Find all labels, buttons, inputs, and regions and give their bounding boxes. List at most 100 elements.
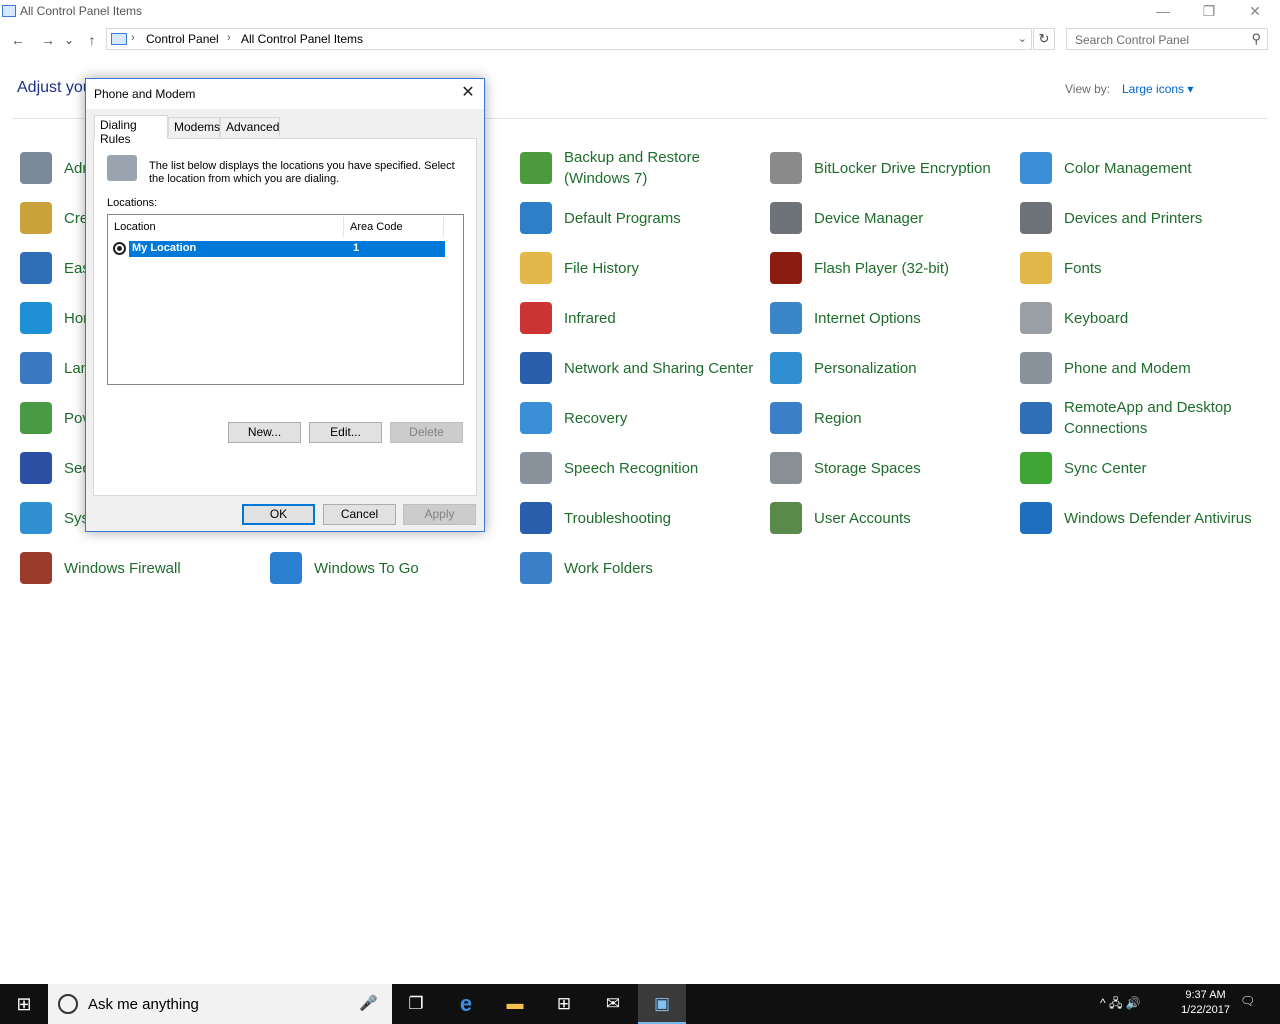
system-tray[interactable]: ^ 🖧 🔊 (1100, 994, 1141, 1015)
item-icon (520, 552, 552, 584)
item-icon (770, 452, 802, 484)
control-panel-item[interactable]: Keyboard (1020, 296, 1260, 340)
recent-locations-button[interactable]: ⌄ (62, 29, 76, 51)
forward-button[interactable]: → (38, 29, 58, 51)
control-panel-item[interactable]: Storage Spaces (770, 446, 1010, 490)
refresh-button[interactable]: ↻ (1033, 28, 1055, 50)
search-input[interactable]: Search Control Panel ⚲ (1066, 28, 1268, 50)
control-panel-item[interactable]: Sync Center (1020, 446, 1260, 490)
control-panel-item[interactable]: Fonts (1020, 246, 1260, 290)
control-panel-icon (2, 5, 16, 17)
back-button[interactable]: ← (8, 29, 28, 51)
control-panel-item[interactable]: Windows To Go (270, 546, 510, 590)
control-panel-item[interactable]: Network and Sharing Center (520, 346, 760, 390)
item-label: Default Programs (564, 209, 681, 227)
selected-location-radio[interactable] (113, 242, 126, 255)
close-window-button[interactable]: ✕ (1232, 0, 1278, 24)
item-label: Storage Spaces (814, 459, 921, 477)
breadcrumb-separator[interactable]: › (131, 32, 135, 44)
notifications-icon[interactable]: 🗨 (1240, 994, 1255, 1008)
item-icon (770, 402, 802, 434)
item-icon (20, 302, 52, 334)
breadcrumb-control-panel[interactable]: Control Panel (146, 32, 219, 46)
store-icon[interactable]: ⊞ (540, 984, 588, 1024)
column-header-location[interactable]: Location (108, 217, 344, 237)
item-label: Windows To Go (314, 559, 419, 577)
item-icon (20, 252, 52, 284)
control-panel-item[interactable]: Internet Options (770, 296, 1010, 340)
tab-modems[interactable]: Modems (168, 117, 220, 137)
start-button[interactable]: ⊞ (0, 984, 48, 1024)
item-icon (1020, 302, 1052, 334)
mail-icon[interactable]: ✉ (589, 984, 637, 1024)
window-title: All Control Panel Items (20, 4, 143, 18)
ok-button[interactable]: OK (242, 504, 315, 525)
control-panel-item[interactable]: User Accounts (770, 496, 1010, 540)
control-panel-item[interactable]: Windows Defender Antivirus (1020, 496, 1260, 540)
breadcrumb-all-items[interactable]: All Control Panel Items (241, 32, 363, 46)
delete-location-button[interactable]: Delete (390, 422, 463, 443)
edit-location-button[interactable]: Edit... (309, 422, 382, 443)
item-icon (520, 452, 552, 484)
cortana-icon (58, 994, 78, 1014)
control-panel-item[interactable]: Windows Firewall (20, 546, 260, 590)
clock[interactable]: 9:37 AM 1/22/2017 (1181, 988, 1230, 1018)
locations-list[interactable]: Location Area Code My Location 1 (107, 214, 464, 385)
apply-button[interactable]: Apply (403, 504, 476, 525)
control-panel-item[interactable]: Region (770, 396, 1010, 440)
control-panel-item[interactable]: Device Manager (770, 196, 1010, 240)
item-label: Keyboard (1064, 309, 1129, 327)
address-bar[interactable]: › Control Panel › All Control Panel Item… (106, 28, 1032, 50)
tab-dialing-rules[interactable]: Dialing Rules (94, 115, 168, 146)
control-panel-taskbar-icon[interactable]: ▣ (638, 984, 686, 1024)
control-panel-item[interactable]: Work Folders (520, 546, 760, 590)
control-panel-item[interactable]: Infrared (520, 296, 760, 340)
item-label: Backup and Restore (Windows 7) (564, 149, 700, 187)
control-panel-item[interactable]: Troubleshooting (520, 496, 760, 540)
cortana-search-box[interactable]: Ask me anything 🎤 (48, 984, 392, 1024)
breadcrumb-separator[interactable]: › (227, 32, 231, 44)
tab-advanced[interactable]: Advanced (220, 117, 280, 137)
control-panel-item[interactable]: Phone and Modem (1020, 346, 1260, 390)
column-header-area-code[interactable]: Area Code (344, 217, 444, 237)
title-bar: All Control Panel Items — ❐ ✕ (0, 0, 1280, 24)
minimize-button[interactable]: — (1140, 0, 1186, 24)
file-explorer-icon[interactable]: ▬ (491, 984, 539, 1024)
item-label: File History (564, 259, 640, 277)
item-icon (520, 302, 552, 334)
cancel-button[interactable]: Cancel (323, 504, 396, 525)
control-panel-item[interactable]: RemoteApp and Desktop Connections (1020, 396, 1260, 440)
item-label: Windows Firewall (64, 559, 181, 577)
control-panel-item[interactable]: Personalization (770, 346, 1010, 390)
control-panel-item[interactable]: Default Programs (520, 196, 760, 240)
dialog-close-button[interactable]: ✕ (458, 83, 478, 103)
microphone-icon[interactable]: 🎤 (359, 994, 378, 1012)
view-by-dropdown[interactable]: Large icons ▾ (1122, 82, 1193, 96)
control-panel-item[interactable]: BitLocker Drive Encryption (770, 146, 1010, 190)
item-icon (20, 502, 52, 534)
item-icon (1020, 452, 1052, 484)
control-panel-item[interactable]: Recovery (520, 396, 760, 440)
item-icon (270, 552, 302, 584)
edge-icon[interactable]: e (442, 984, 490, 1024)
item-label: Internet Options (814, 309, 921, 327)
up-button[interactable]: ↑ (82, 29, 102, 51)
phone-and-modem-dialog: Phone and Modem ✕ Dialing Rules Modems A… (85, 78, 485, 532)
view-by-label: View by: (1065, 82, 1111, 96)
control-panel-item[interactable]: Color Management (1020, 146, 1260, 190)
item-icon (20, 452, 52, 484)
search-icon[interactable]: ⚲ (1251, 31, 1261, 47)
control-panel-item[interactable]: Devices and Printers (1020, 196, 1260, 240)
control-panel-item[interactable]: Backup and Restore (Windows 7) (520, 146, 760, 190)
control-panel-item[interactable]: Speech Recognition (520, 446, 760, 490)
item-icon (1020, 502, 1052, 534)
item-label: Region (814, 409, 862, 427)
control-panel-item[interactable]: Flash Player (32-bit) (770, 246, 1010, 290)
new-location-button[interactable]: New... (228, 422, 301, 443)
task-view-icon[interactable]: ❐ (392, 984, 440, 1024)
control-panel-item[interactable]: File History (520, 246, 760, 290)
table-row[interactable]: My Location 1 (113, 241, 445, 257)
address-dropdown-icon[interactable]: ⌄ (1018, 32, 1027, 45)
item-label: Recovery (564, 409, 628, 427)
restore-button[interactable]: ❐ (1186, 0, 1232, 24)
